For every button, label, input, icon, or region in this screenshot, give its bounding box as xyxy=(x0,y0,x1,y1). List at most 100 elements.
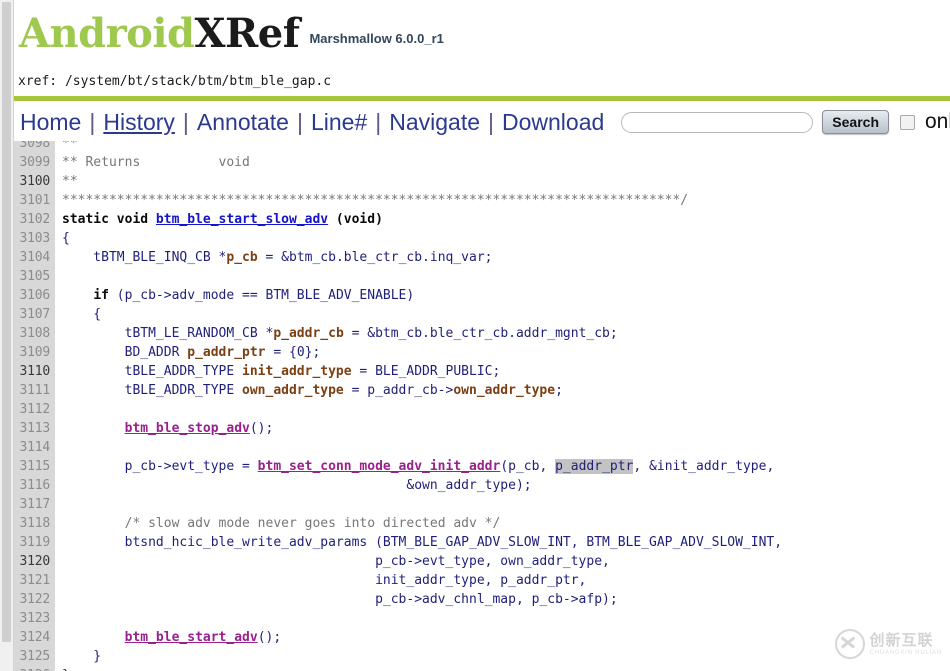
code-variable: init_addr_type xyxy=(242,364,352,379)
code-text: BD_ADDR xyxy=(62,345,188,360)
code-line: 3109 BD_ADDR p_addr_ptr = {0}; xyxy=(14,343,950,362)
line-number[interactable]: 3103 xyxy=(14,229,55,248)
search-button[interactable]: Search xyxy=(822,110,889,134)
logo-xref-text: XRef xyxy=(194,10,300,57)
code-line: 3104 tBTM_BLE_INQ_CB *p_cb = &btm_cb.ble… xyxy=(14,248,950,267)
code-line: 3099 ** Returns void xyxy=(14,153,950,172)
line-number[interactable]: 3100 xyxy=(14,172,55,191)
code-line-content: tBLE_ADDR_TYPE init_addr_type = BLE_ADDR… xyxy=(55,362,501,381)
line-number[interactable]: 3104 xyxy=(14,248,55,267)
code-line: 3119 btsnd_hcic_ble_write_adv_params (BT… xyxy=(14,533,950,552)
line-number[interactable]: 3121 xyxy=(14,571,55,590)
code-variable: p_addr_cb xyxy=(273,326,344,341)
code-line: 3115 p_cb->evt_type = btm_set_conn_mode_… xyxy=(14,457,950,476)
code-comment: ** xyxy=(62,174,78,189)
code-keyword: static void xyxy=(62,212,156,227)
code-text: = &btm_cb.ble_ctr_cb.addr_mgnt_cb; xyxy=(343,326,618,341)
nav-link-download[interactable]: Download xyxy=(495,109,611,136)
line-number[interactable]: 3108 xyxy=(14,324,55,343)
code-line: 3124 btm_ble_start_adv(); xyxy=(14,628,950,647)
line-number[interactable]: 3125 xyxy=(14,647,55,666)
code-text: btsnd_hcic_ble_write_adv_params (BTM_BLE… xyxy=(62,535,783,550)
code-line-content: ** xyxy=(55,141,78,153)
line-number[interactable]: 3106 xyxy=(14,286,55,305)
code-line: 3117 xyxy=(14,495,950,514)
line-number[interactable]: 3101 xyxy=(14,191,55,210)
nav-separator: | xyxy=(89,108,96,135)
code-text: p_cb->adv_chnl_map, p_cb->afp); xyxy=(62,592,618,607)
line-number[interactable]: 3109 xyxy=(14,343,55,362)
line-number[interactable]: 3105 xyxy=(14,267,55,286)
line-number[interactable]: 3115 xyxy=(14,457,55,476)
code-line: 3120 p_cb->evt_type, own_addr_type, xyxy=(14,552,950,571)
line-number[interactable]: 3120 xyxy=(14,552,55,571)
nav-separator: | xyxy=(375,108,382,135)
nav-separator: | xyxy=(488,108,494,135)
nav-link-history[interactable]: History xyxy=(96,109,182,136)
code-line: 3108 tBTM_LE_RANDOM_CB *p_addr_cb = &btm… xyxy=(14,324,950,343)
code-line-content: tBTM_BLE_INQ_CB *p_cb = &btm_cb.ble_ctr_… xyxy=(55,248,492,267)
code-line-content: ** Returns void xyxy=(55,153,250,172)
code-line-content: init_addr_type, p_addr_ptr, xyxy=(55,571,586,590)
code-highlighted-symbol: p_addr_ptr xyxy=(555,459,634,474)
line-number[interactable]: 3113 xyxy=(14,419,55,438)
code-line: 3113 btm_ble_stop_adv(); xyxy=(14,419,950,438)
code-line: 3106 if (p_cb->adv_mode == BTM_BLE_ADV_E… xyxy=(14,286,950,305)
line-number[interactable]: 3122 xyxy=(14,590,55,609)
line-number[interactable]: 3110 xyxy=(14,362,55,381)
code-comment: ** xyxy=(62,141,78,151)
code-function-link[interactable]: btm_ble_stop_adv xyxy=(125,421,250,436)
line-number[interactable]: 3111 xyxy=(14,381,55,400)
code-text: &own_addr_type); xyxy=(62,478,532,493)
code-line-content: tBTM_LE_RANDOM_CB *p_addr_cb = &btm_cb.b… xyxy=(55,324,618,343)
code-function-link[interactable]: btm_set_conn_mode_adv_init_addr xyxy=(258,459,501,474)
code-line: 3111 tBLE_ADDR_TYPE own_addr_type = p_ad… xyxy=(14,381,950,400)
line-number[interactable]: 3102 xyxy=(14,210,55,229)
line-number[interactable]: 3126 xyxy=(14,666,55,671)
androidxref-logo[interactable]: AndroidXRef Marshmallow 6.0.0_r1 xyxy=(19,14,444,54)
code-text: p_cb->evt_type = xyxy=(62,459,258,474)
nav-separator: | xyxy=(296,108,303,135)
source-code-lines: 3098 ** 3099 ** Returns void 3100 ** 3101 *****… xyxy=(14,141,950,671)
nav-link-navigate[interactable]: Navigate xyxy=(382,109,487,136)
search-input[interactable] xyxy=(621,111,814,133)
line-number[interactable]: 3114 xyxy=(14,438,55,457)
code-line-content: btm_ble_stop_adv(); xyxy=(55,419,274,438)
code-line-content: btm_ble_start_adv(); xyxy=(55,628,282,647)
only-in-defs-label: only in xyxy=(925,110,950,133)
only-in-defs-checkbox[interactable] xyxy=(900,114,915,130)
code-function-link[interactable]: btm_ble_start_adv xyxy=(125,630,258,645)
code-text: (p_cb, xyxy=(500,459,556,474)
line-number[interactable]: 3098 xyxy=(14,141,55,153)
code-line: 3123 xyxy=(14,609,950,628)
xref-path: xref: /system/bt/stack/btm/btm_ble_gap.c xyxy=(18,74,332,89)
nav-link-annotate[interactable]: Annotate xyxy=(190,109,296,136)
line-number[interactable]: 3107 xyxy=(14,305,55,324)
line-number[interactable]: 3112 xyxy=(14,400,55,419)
navigation-bar: Home | History | Annotate | Line# | Navigate | Dow… xyxy=(14,103,950,141)
line-number[interactable]: 3123 xyxy=(14,609,55,628)
code-line-content: { xyxy=(55,229,70,248)
window-scrollbar-thumb[interactable] xyxy=(2,2,11,642)
code-line-content: ** xyxy=(55,172,78,191)
line-number[interactable]: 3119 xyxy=(14,533,55,552)
window-scrollbar[interactable] xyxy=(0,0,14,671)
line-number[interactable]: 3117 xyxy=(14,495,55,514)
code-keyword: if xyxy=(93,288,109,303)
code-variable: p_cb xyxy=(226,250,258,265)
nav-link-line[interactable]: Line# xyxy=(304,109,374,136)
line-number[interactable]: 3116 xyxy=(14,476,55,495)
source-code-viewer[interactable]: 3098 ** 3099 ** Returns void 3100 ** 3101 *****… xyxy=(14,141,950,671)
code-line-content: } xyxy=(55,666,70,671)
code-definition-link[interactable]: btm_ble_start_slow_adv xyxy=(156,212,328,227)
line-number[interactable]: 3118 xyxy=(14,514,55,533)
nav-link-home[interactable]: Home xyxy=(20,109,88,136)
line-number[interactable]: 3099 xyxy=(14,153,55,172)
code-line-content: btsnd_hcic_ble_write_adv_params (BTM_BLE… xyxy=(55,533,782,552)
navigation-links: Home | History | Annotate | Line# | Navigate | Dow… xyxy=(20,103,950,141)
header-accent-bar xyxy=(14,96,950,101)
line-number[interactable]: 3124 xyxy=(14,628,55,647)
code-line: 3125 } xyxy=(14,647,950,666)
